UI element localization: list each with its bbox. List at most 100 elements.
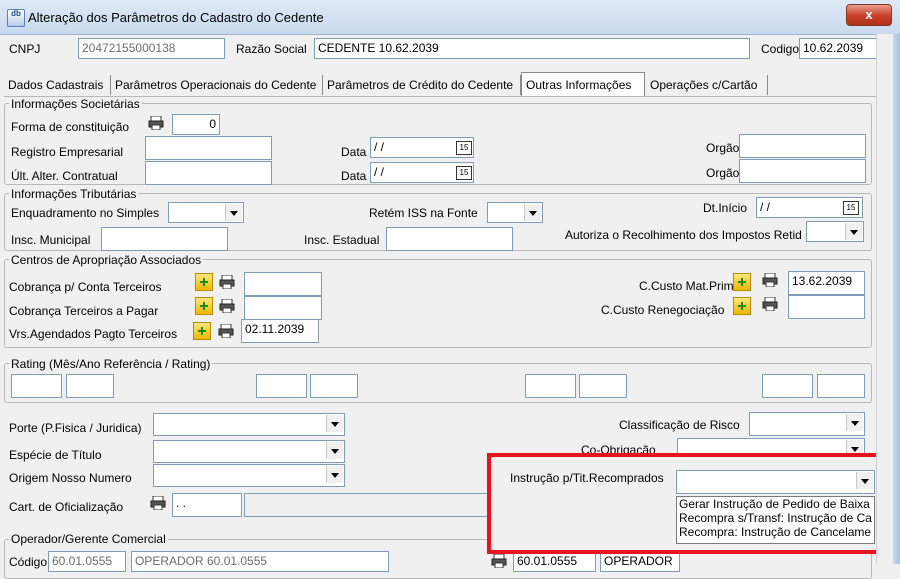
chevron-down-icon[interactable]	[326, 415, 343, 432]
rating-field[interactable]	[525, 374, 576, 398]
forma-constituicao-label: Forma de constituição	[11, 120, 130, 134]
add-button[interactable]	[733, 297, 751, 315]
orgao-label-1: Orgão	[706, 141, 740, 155]
rating-field[interactable]	[66, 374, 114, 398]
custo-renegociacao-field[interactable]	[788, 295, 865, 319]
razao-social-label: Razão Social	[236, 42, 307, 56]
add-button[interactable]	[193, 322, 211, 340]
printer-icon[interactable]	[219, 298, 235, 314]
operador-nome-field[interactable]: OPERADOR 60.01.0555	[131, 551, 389, 572]
chevron-down-icon[interactable]	[326, 442, 343, 459]
especie-titulo-label: Espécie de Título	[9, 448, 102, 462]
tab-outras-informacoes[interactable]: Outras Informações	[521, 72, 645, 96]
porte-label: Porte (P.Fisica / Juridica)	[9, 421, 142, 435]
chevron-down-icon[interactable]	[326, 466, 343, 483]
codigo-label: Codigo	[761, 42, 800, 56]
printer-icon[interactable]	[762, 272, 778, 288]
enquadramento-label: Enquadramento no Simples	[11, 206, 160, 220]
printer-icon[interactable]	[491, 553, 507, 569]
printer-icon[interactable]	[219, 274, 235, 290]
add-button[interactable]	[195, 297, 213, 315]
window-title: Alteração dos Parâmetros do Cadastro do …	[28, 10, 324, 25]
origem-nosso-numero-select[interactable]	[153, 464, 345, 487]
chevron-down-icon[interactable]	[225, 204, 242, 221]
especie-titulo-select[interactable]	[153, 440, 345, 463]
classificacao-risco-select[interactable]	[749, 412, 865, 436]
cnpj-label: CNPJ	[9, 42, 41, 56]
app-icon: db	[7, 9, 25, 27]
rating-field[interactable]	[11, 374, 62, 398]
tab-parametros-operacionais[interactable]: Parâmetros Operacionais do Cedente	[111, 75, 323, 95]
vrs-agendados-field[interactable]: 02.11.2039	[241, 319, 319, 343]
printer-icon[interactable]	[218, 323, 234, 339]
insc-estadual-field[interactable]	[386, 227, 513, 251]
calendar-icon[interactable]: 15	[456, 141, 472, 155]
razao-social-field[interactable]: CEDENTE 10.62.2039	[314, 38, 750, 59]
tributarias-legend: Informações Tributárias	[9, 187, 139, 201]
printer-icon[interactable]	[148, 115, 164, 131]
societarias-legend: Informações Societárias	[9, 97, 142, 111]
chevron-down-icon[interactable]	[845, 223, 862, 240]
operador-right-codigo-field[interactable]: 60.01.0555	[513, 551, 596, 572]
retem-iss-select[interactable]	[487, 202, 543, 223]
rating-field[interactable]	[579, 374, 627, 398]
custo-mat-prima-field[interactable]: 13.62.2039	[788, 271, 865, 295]
autoriza-recolhimento-select[interactable]	[806, 221, 864, 242]
autoriza-recolhimento-label: Autoriza o Recolhimento dos Impostos Ret…	[565, 228, 802, 242]
cobranca-terceiros-pagar-label: Cobrança Terceiros a Pagar	[9, 304, 159, 318]
operador-right-nome-field[interactable]: OPERADOR	[600, 551, 680, 572]
tab-parametros-credito[interactable]: Parâmetros de Crédito do Cedente	[323, 75, 521, 95]
registro-empresarial-field[interactable]	[145, 136, 272, 160]
operador-codigo-label: Código	[9, 555, 48, 569]
forma-constituicao-field[interactable]: 0	[172, 114, 220, 135]
chevron-down-icon[interactable]	[524, 204, 541, 221]
orgao-label-2: Orgão	[706, 166, 740, 180]
ult-alter-label: Últ. Alter. Contratual	[11, 169, 118, 183]
calendar-icon[interactable]: 15	[843, 201, 859, 215]
cart-oficializacao-label: Cart. de Oficialização	[9, 500, 124, 514]
calendar-icon[interactable]: 15	[456, 166, 472, 180]
cnpj-field[interactable]: 20472155000138	[78, 38, 225, 59]
rating-field[interactable]	[256, 374, 307, 398]
tab-operacoes-cartao[interactable]: Operações c/Cartão	[646, 75, 768, 95]
insc-estadual-label: Insc. Estadual	[304, 233, 380, 247]
classificacao-risco-label: Classificação de Risco	[619, 418, 740, 432]
insc-municipal-field[interactable]	[101, 227, 228, 251]
rating-legend: Rating (Mês/Ano Referência / Rating)	[9, 357, 213, 371]
cart-oficializacao-desc-field[interactable]	[244, 493, 494, 517]
data-label-2: Data	[341, 169, 367, 183]
operador-codigo-field[interactable]: 60.01.0555	[48, 551, 126, 572]
cart-oficializacao-field[interactable]: . .	[172, 493, 242, 517]
enquadramento-select[interactable]	[168, 202, 244, 223]
add-button[interactable]	[733, 273, 751, 291]
cobranca-conta-terceiros-field[interactable]	[244, 272, 322, 296]
chevron-down-icon[interactable]	[846, 414, 863, 431]
printer-icon[interactable]	[762, 296, 778, 312]
custo-mat-prima-label: C.Custo Mat.Prima	[639, 279, 741, 293]
registro-empresarial-label: Registro Empresarial	[11, 145, 124, 159]
rating-field[interactable]	[762, 374, 813, 398]
custo-renegociacao-label: C.Custo Renegociação	[601, 303, 725, 317]
vrs-agendados-label: Vrs.Agendados Pagto Terceiros	[9, 327, 178, 341]
retem-iss-label: Retém ISS na Fonte	[369, 206, 478, 220]
porte-select[interactable]	[153, 413, 345, 436]
centros-legend: Centros de Apropriação Associados	[9, 253, 204, 267]
rating-field[interactable]	[310, 374, 358, 398]
dt-inicio-label: Dt.Início	[703, 201, 748, 215]
cobranca-terceiros-pagar-field[interactable]	[244, 296, 322, 320]
rating-field[interactable]	[817, 374, 865, 398]
window-frame	[893, 34, 900, 564]
orgao-field-2[interactable]	[739, 159, 866, 183]
data-label-1: Data	[341, 145, 367, 159]
insc-municipal-label: Insc. Municipal	[11, 233, 91, 247]
ult-alter-field[interactable]	[145, 161, 272, 185]
orgao-field-1[interactable]	[739, 134, 866, 158]
operador-legend: Operador/Gerente Comercial	[9, 532, 168, 546]
printer-icon[interactable]	[150, 495, 166, 511]
origem-nosso-numero-label: Origem Nosso Numero	[9, 471, 132, 485]
close-button[interactable]: x	[846, 4, 892, 26]
add-button[interactable]	[195, 273, 213, 291]
tab-dados-cadastrais[interactable]: Dados Cadastrais	[4, 75, 111, 95]
highlight-box	[487, 453, 880, 554]
cobranca-conta-terceiros-label: Cobrança p/ Conta Terceiros	[9, 280, 162, 294]
